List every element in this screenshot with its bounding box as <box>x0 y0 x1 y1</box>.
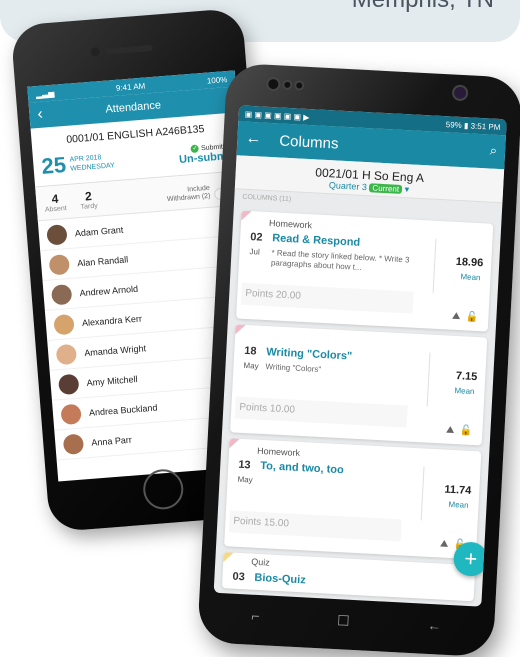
column-card[interactable]: Homework 02 Jul Read & Respond * Read the st… <box>236 210 494 332</box>
column-title: Writing "Colors" <box>265 346 353 363</box>
mean-value: 11.74 <box>444 483 472 497</box>
status-battery-time: 59% ▮ 3:51 PM <box>445 119 501 132</box>
student-name: Alan Randall <box>76 253 129 268</box>
avatar <box>48 253 71 276</box>
student-name: Andrea Buckland <box>88 402 158 418</box>
avatar <box>57 373 80 395</box>
column-month: May <box>237 474 253 485</box>
student-name: Adam Grant <box>74 224 124 238</box>
category-marker <box>241 210 252 222</box>
mean-label: Mean <box>448 499 469 510</box>
card-actions: ⛰ 🔓 <box>446 425 473 437</box>
column-description <box>260 476 410 484</box>
sensor-dot <box>265 76 281 92</box>
column-card[interactable]: 18 May Writing "Colors" Writing "Colors" 7.1… <box>230 324 488 446</box>
category-marker <box>235 324 246 335</box>
student-name: Anna Parr <box>90 434 133 448</box>
signal-icon: ▂▃▅ <box>35 88 55 99</box>
battery-level: 100% <box>206 74 228 86</box>
column-day: 18 <box>244 344 257 358</box>
points-value: Points 20.00 <box>240 282 414 314</box>
quarter-label: Quarter 3 <box>328 180 368 193</box>
absent-stat: 4 Absent <box>44 191 67 214</box>
sensor-dot <box>294 80 305 91</box>
sensor-dot <box>282 79 293 91</box>
location-text: Memphis, TN <box>352 0 494 14</box>
absent-label: Absent <box>44 205 68 214</box>
column-description: Writing "Colors" <box>265 362 322 374</box>
mean-label: Mean <box>460 272 481 283</box>
column-title: Read & Respond <box>271 232 361 249</box>
card-actions: ⛰ 🔓 <box>452 311 479 323</box>
avatar <box>53 313 75 335</box>
home-icon[interactable]: ☐ <box>337 612 350 630</box>
grade-scale-icon[interactable]: ⛰ <box>446 425 455 436</box>
student-name: Amy Mitchell <box>86 373 138 388</box>
columns-screen: ▣ ▣ ▣ ▣ ▣ ▣ ▶ 59% ▮ 3:51 PM ← Columns ⌕ … <box>213 105 507 607</box>
current-badge: Current <box>369 183 403 194</box>
status-time: 9:41 AM <box>115 81 146 93</box>
lock-icon[interactable]: 🔓 <box>466 311 479 323</box>
mean-label: Mean <box>454 385 475 397</box>
chevron-down-icon[interactable]: ▾ <box>404 184 409 194</box>
column-card[interactable]: Homework 13 May To, and two, too 11.74 Mean Po… <box>224 438 482 560</box>
grade-scale-icon[interactable]: ⛰ <box>452 311 461 322</box>
tardy-count: 2 <box>84 189 93 204</box>
search-icon[interactable]: ⌕ <box>489 143 497 159</box>
android-device: ▣ ▣ ▣ ▣ ▣ ▣ ▶ 59% ▮ 3:51 PM ← Columns ⌕ … <box>197 62 520 657</box>
column-description: * Read the story linked below. * Write 3… <box>270 248 410 272</box>
column-month: Jul <box>249 247 260 257</box>
column-list: Homework 02 Jul Read & Respond * Read the st… <box>214 210 501 602</box>
mean-value: 7.15 <box>455 370 478 384</box>
avatar <box>55 343 78 365</box>
page-title: Attendance <box>104 99 162 116</box>
page-title: Columns <box>278 131 339 153</box>
date-day: 25 <box>40 151 67 179</box>
notification-icons: ▣ ▣ ▣ ▣ ▣ ▣ ▶ <box>244 109 310 122</box>
student-name: Andrew Arnold <box>79 283 139 298</box>
grade-scale-icon[interactable]: ⛰ <box>440 538 449 549</box>
avatar <box>62 432 85 455</box>
column-type: Homework <box>256 445 301 458</box>
points-value: Points 15.00 <box>228 510 402 542</box>
student-name: Alexandra Kerr <box>81 312 143 328</box>
avatar <box>60 403 82 425</box>
back-arrow-icon[interactable]: ← <box>245 130 262 149</box>
mean-value: 18.96 <box>455 255 484 270</box>
column-title: Bios-Quiz <box>254 571 307 587</box>
lock-icon[interactable]: 🔓 <box>460 425 473 437</box>
column-month: May <box>243 360 259 371</box>
points-value: Points 10.00 <box>234 396 408 428</box>
divider <box>432 238 437 293</box>
back-icon[interactable]: ‹ <box>37 106 44 124</box>
divider <box>420 466 425 521</box>
tardy-label: Tardy <box>80 202 99 211</box>
column-title: To, and two, too <box>260 459 345 477</box>
column-type: Quiz <box>251 556 271 568</box>
student-name: Amanda Wright <box>83 342 147 358</box>
tardy-stat: 2 Tardy <box>79 189 98 211</box>
category-marker <box>229 438 240 449</box>
column-day: 13 <box>238 458 251 472</box>
back-icon[interactable]: ← <box>427 617 442 634</box>
avatar <box>46 223 68 246</box>
column-day: 02 <box>249 231 263 244</box>
divider <box>426 352 431 407</box>
category-marker <box>223 552 234 563</box>
front-camera <box>451 84 469 102</box>
column-type: Homework <box>268 218 313 231</box>
column-card[interactable]: Quiz 03 Bios-Quiz <box>221 552 476 602</box>
date-text: APR 2018 WEDNESDAY <box>69 152 115 173</box>
recent-apps-icon[interactable]: ⌐ <box>251 608 260 624</box>
column-day: 03 <box>232 570 246 584</box>
avatar <box>50 283 73 305</box>
include-withdrawn: Include Withdrawn (2) <box>166 185 211 204</box>
